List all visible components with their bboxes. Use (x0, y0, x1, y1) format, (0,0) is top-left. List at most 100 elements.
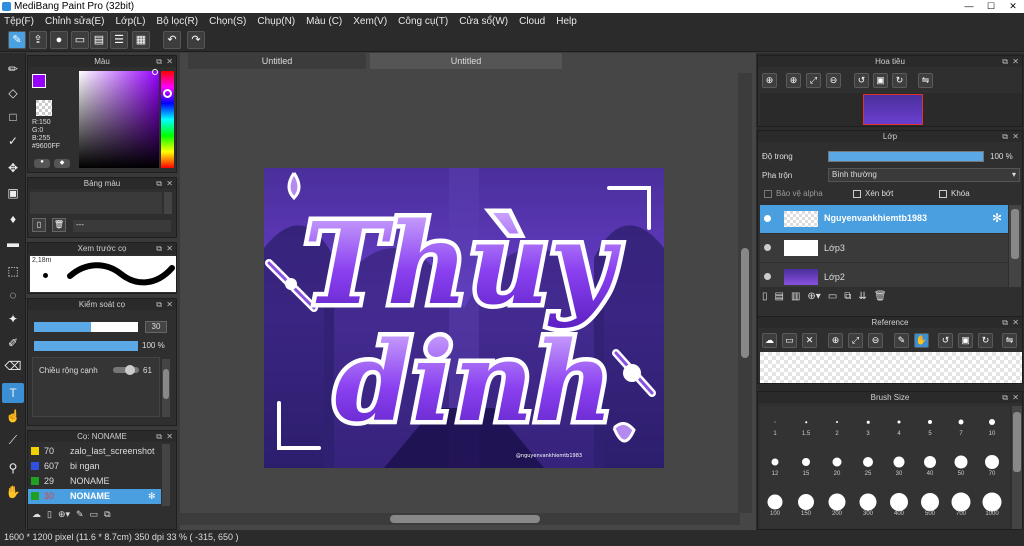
zoom-out-icon[interactable]: ⊖ (868, 333, 883, 348)
divide-icon[interactable]: ⟋ (2, 430, 24, 450)
vertical-scrollbar[interactable] (738, 73, 752, 513)
hue-slider[interactable] (161, 71, 174, 168)
new-palette-icon[interactable]: ▯ (32, 218, 46, 232)
brush-size-cell[interactable]: 2 (822, 410, 852, 440)
rotate-right-icon[interactable]: ↻ (978, 333, 993, 348)
flip-icon[interactable]: ⇋ (1002, 333, 1017, 348)
close-button[interactable]: ✕ (1002, 0, 1024, 13)
navigator-preview[interactable]: ​ (760, 93, 1022, 126)
brush-size-cell[interactable]: 12 (760, 450, 790, 480)
lasso-icon[interactable]: ◌ (2, 285, 24, 305)
edit-brush-icon[interactable]: ✎ (76, 509, 84, 525)
menu-layer[interactable]: Lớp(L) (116, 16, 146, 27)
tab-untitled-1[interactable]: Untitled (188, 53, 366, 69)
popout-icon[interactable]: ⧉ (1002, 392, 1008, 403)
eyedropper-icon[interactable]: ⚲ (2, 458, 24, 478)
brush-size-cell[interactable]: 15 (791, 450, 821, 480)
close-icon[interactable]: ✕ (1012, 317, 1019, 328)
zoom-in-icon[interactable]: ⊕ (786, 73, 801, 88)
brush-size-cell[interactable]: 10 (977, 410, 1007, 440)
close-icon[interactable]: ✕ (166, 431, 173, 442)
horizontal-scrollbar[interactable] (180, 513, 740, 525)
menu-cloud[interactable]: Cloud (519, 16, 545, 27)
brush-size-cell[interactable]: 300 (853, 490, 883, 520)
rotate-left-icon[interactable]: ↺ (938, 333, 953, 348)
select-rect-icon[interactable]: ⬚ (2, 261, 24, 281)
select-eraser-icon[interactable]: ⌫ (2, 356, 24, 376)
list-item-selected[interactable]: 30 NONAME ✻ (28, 489, 161, 504)
hand-icon[interactable]: ✋ (914, 333, 929, 348)
reset-icon[interactable]: ▣ (958, 333, 973, 348)
undo-icon[interactable]: ↶ (163, 31, 181, 49)
popout-icon[interactable]: ⧉ (156, 178, 162, 189)
brush-size-cell[interactable]: 5 (915, 410, 945, 440)
select-pen-icon[interactable]: ✓ (2, 131, 24, 151)
merge-down-icon[interactable]: ⇊ (858, 291, 866, 305)
brush-control-scrollbar[interactable] (162, 359, 170, 417)
eye-icon[interactable] (764, 273, 771, 280)
rotate-right-icon[interactable]: ↻ (892, 73, 907, 88)
memo-icon[interactable]: ▭ (71, 31, 89, 49)
brush-size-cell[interactable]: 70 (977, 450, 1007, 480)
artwork-canvas[interactable]: Thùy dinh @nguyenvankhiemtb1983 (264, 168, 664, 468)
close-icon[interactable]: ✕ (166, 56, 173, 67)
brush-size-scrollbar[interactable] (1012, 406, 1022, 529)
flip-icon[interactable]: ⇋ (918, 73, 933, 88)
close-icon[interactable]: ✕ (1012, 131, 1019, 142)
layer-row-selected[interactable]: Nguyenvankhiemtb1983 ✻ (760, 205, 1008, 233)
layer-row[interactable]: Lớp2 (760, 263, 1008, 287)
brush-size-cell[interactable]: 700 (946, 490, 976, 520)
brush-size-cell[interactable]: 1 (760, 410, 790, 440)
duplicate-layer-icon[interactable]: ⧉ (844, 291, 851, 305)
new-layer-icon[interactable]: ▯ (762, 291, 768, 305)
close-icon[interactable]: ✕ (1012, 56, 1019, 67)
select-pen2-icon[interactable]: ✐ (2, 333, 24, 353)
color-mode-button[interactable]: ● (34, 159, 50, 168)
brush-list-scrollbar[interactable] (162, 444, 170, 506)
popout-icon[interactable]: ⧉ (156, 431, 162, 442)
popout-icon[interactable]: ⧉ (1002, 317, 1008, 328)
hue-handle[interactable] (163, 89, 172, 98)
brush-size-cell[interactable]: 150 (791, 490, 821, 520)
popout-icon[interactable]: ⧉ (156, 299, 162, 310)
list-item[interactable]: 607 bi ngan (28, 459, 161, 474)
close-reference-icon[interactable]: ✕ (802, 333, 817, 348)
maximize-button[interactable]: ☐ (980, 0, 1002, 13)
reset-icon[interactable]: ▣ (873, 73, 888, 88)
brush-size-cell[interactable]: 1.5 (791, 410, 821, 440)
cloud-brush-icon[interactable]: ☁ (32, 509, 41, 525)
folder-icon[interactable]: ▭ (90, 509, 99, 525)
upload-icon[interactable]: ⇪ (29, 31, 47, 49)
menu-filter[interactable]: Bộ lọc(R) (156, 16, 198, 27)
popout-icon[interactable]: ⧉ (156, 56, 162, 67)
zoom-out-icon[interactable]: ⊖ (826, 73, 841, 88)
eyedropper-icon[interactable]: ✎ (894, 333, 909, 348)
layer-list-icon[interactable]: ☰ (110, 31, 128, 49)
gradient-icon[interactable]: ▬ (2, 233, 24, 253)
layer-scrollbar[interactable] (1009, 205, 1021, 287)
brush-size-cell[interactable]: 3 (853, 410, 883, 440)
palette-area[interactable] (30, 192, 162, 214)
minimize-button[interactable]: — (958, 0, 980, 13)
tab-untitled-2[interactable]: Untitled (370, 53, 562, 69)
menu-tools[interactable]: Công cụ(T) (398, 16, 448, 27)
brush-size-slider[interactable] (34, 322, 138, 332)
grid-icon[interactable]: ▦ (132, 31, 150, 49)
close-icon[interactable]: ✕ (166, 299, 173, 310)
brush-size-cell[interactable]: 20 (822, 450, 852, 480)
menu-file[interactable]: Tệp(F) (4, 16, 34, 27)
brush-size-cell[interactable]: 30 (884, 450, 914, 480)
protect-alpha-checkbox[interactable] (764, 190, 772, 198)
menu-select[interactable]: Chọn(S) (209, 16, 246, 27)
close-icon[interactable]: ✕ (1012, 392, 1019, 403)
redo-icon[interactable]: ↷ (187, 31, 205, 49)
rectangle-icon[interactable]: □ (2, 107, 24, 127)
zoom-in-icon[interactable]: ⊕ (828, 333, 843, 348)
list-item[interactable]: 29 NONAME (28, 474, 161, 489)
fill-icon[interactable]: ▣ (2, 183, 24, 203)
eye-icon[interactable] (764, 244, 771, 251)
gear-icon[interactable]: ✻ (148, 489, 156, 504)
menu-snap[interactable]: Chụp(N) (257, 16, 295, 27)
fit-icon[interactable]: ⤢ (848, 333, 863, 348)
folder-icon[interactable]: ▭ (828, 291, 837, 305)
